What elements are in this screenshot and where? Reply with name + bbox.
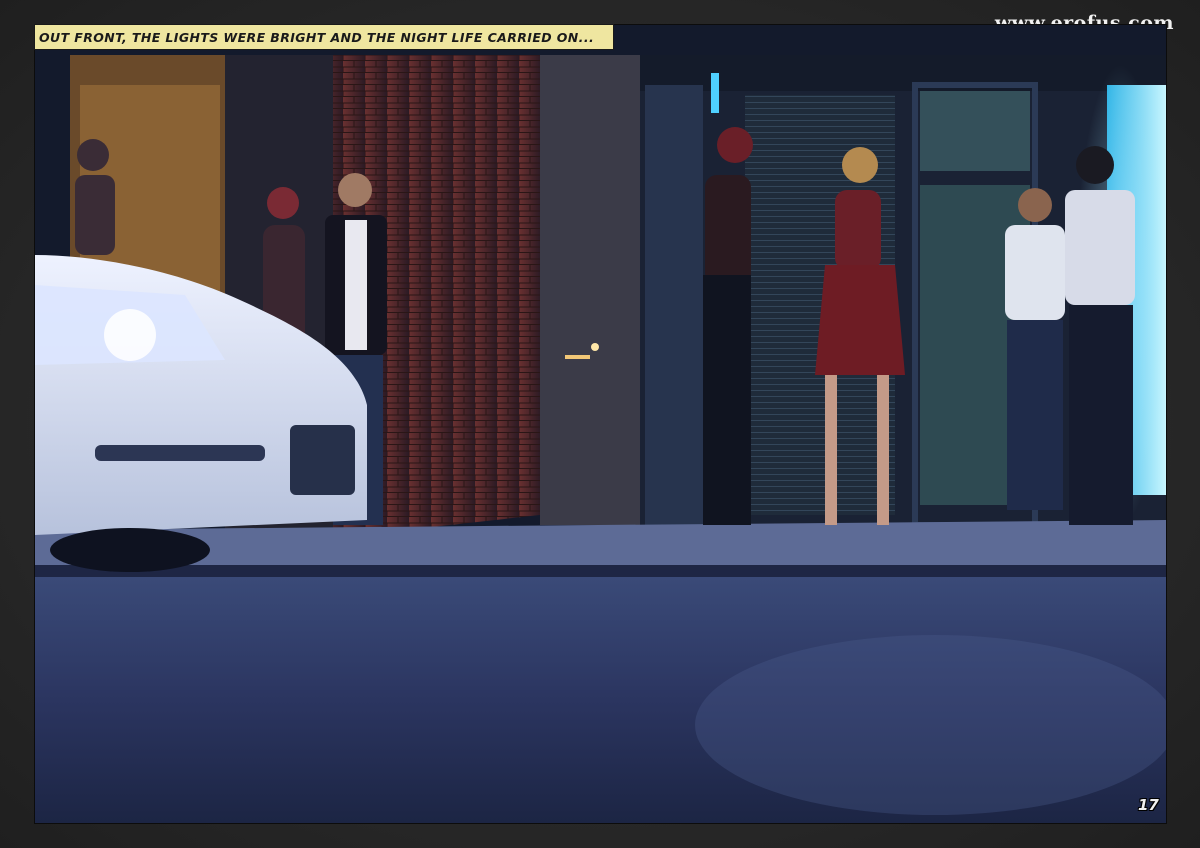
storefront-pillar [645,85,703,545]
car-wheel [50,528,210,572]
figure-man-white-shirt [1005,188,1065,510]
figure-woman-pillar [703,127,753,525]
comic-page: www.erofus.com OUT FRONT, THE LIGHTS WER… [0,0,1200,848]
alley-lamp [591,343,599,351]
narration-caption: OUT FRONT, THE LIGHTS WERE BRIGHT AND TH… [34,24,614,50]
figure-man-dark [1065,146,1135,525]
curb [35,565,1166,577]
alley-building [540,55,640,525]
upper-window [920,91,1030,171]
comic-panel [34,24,1167,824]
night-street-scene [35,25,1166,823]
car-grille [290,425,355,495]
page-number: 17 [1138,796,1159,814]
neon-strip [711,73,719,113]
